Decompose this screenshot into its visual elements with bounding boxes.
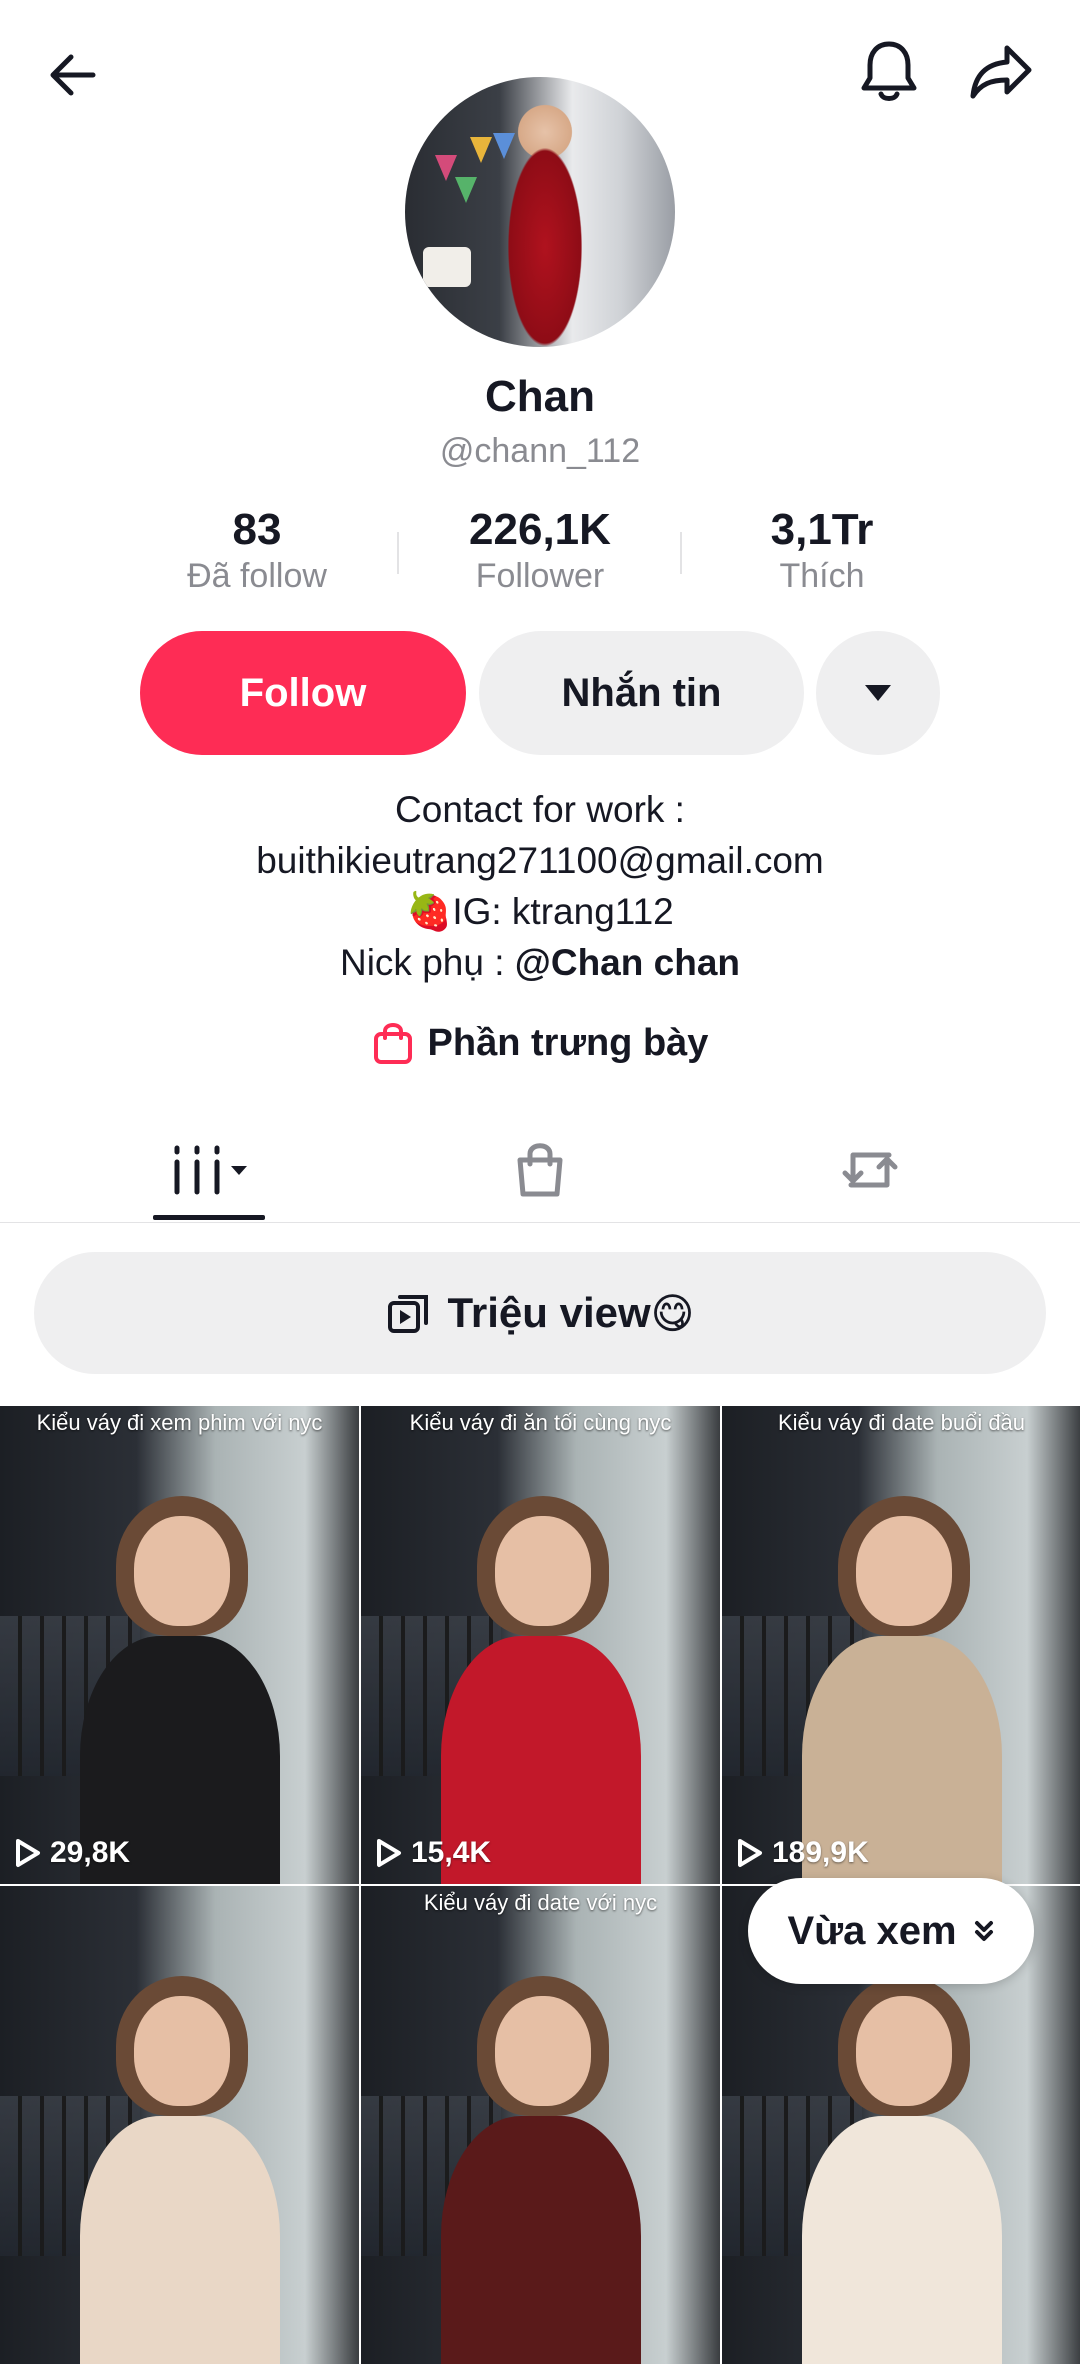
video-caption: Kiểu váy đi xem phim với nyc (36, 1410, 323, 1435)
profile-name: Chan (485, 372, 595, 421)
recently-viewed-button[interactable]: Vừa xem (748, 1878, 1034, 1984)
stat-label: Follower (475, 557, 605, 595)
bio: Contact for work : buithikieutrang271100… (0, 784, 1080, 988)
banner-flag (435, 155, 457, 181)
person-outfit (441, 2116, 641, 2364)
stat-value: 3,1Tr (770, 505, 874, 554)
video-caption: Kiểu váy đi ăn tối cùng nyc (409, 1410, 672, 1435)
caret-down-icon (865, 685, 891, 701)
strawberry-emoji: 🍓 (406, 891, 453, 932)
video-thumbnail[interactable]: Kiểu váy đi date với nyc (361, 1886, 720, 2364)
play-icon (738, 1839, 762, 1867)
playlist-label: Triệu view (447, 1289, 651, 1336)
stat-divider (397, 532, 399, 574)
tab-divider (0, 1222, 1080, 1223)
video-thumbnail[interactable]: Kiểu váy đi ăn tối cùng nyc 15,4K (361, 1406, 720, 1884)
view-count: 29,8K (14, 1836, 130, 1870)
banner-flag (470, 137, 492, 163)
video-thumbnail[interactable] (0, 1886, 359, 2364)
stat-value: 226,1K (469, 505, 611, 554)
bag-icon (517, 1143, 563, 1197)
stat-label: Thích (779, 557, 865, 595)
person-face (495, 1996, 591, 2106)
view-count: 15,4K (375, 1836, 491, 1870)
view-count-text: 189,9K (772, 1836, 869, 1869)
stat-following[interactable]: 83 Đã follow (137, 505, 377, 596)
person-face (134, 1516, 230, 1626)
person-outfit (802, 2116, 1002, 2364)
tab-shop[interactable] (484, 1125, 596, 1215)
share-button[interactable] (958, 28, 1044, 114)
back-button[interactable] (30, 32, 116, 118)
view-count-text: 15,4K (411, 1836, 492, 1869)
bio-line: buithikieutrang271100@gmail.com (256, 840, 824, 881)
bio-alt-prefix: Nick phụ : (339, 942, 515, 983)
stat-value: 83 (232, 505, 282, 554)
cake (423, 247, 471, 287)
video-caption: Kiểu váy đi date buổi đầu (777, 1410, 1026, 1435)
banner-flag (493, 133, 515, 159)
person-face (495, 1516, 591, 1626)
person-face (856, 1516, 952, 1626)
message-button[interactable]: Nhắn tin (479, 631, 804, 755)
bio-ig-text: IG: ktrang112 (452, 891, 674, 932)
video-thumbnail[interactable]: Kiểu váy đi xem phim với nyc 29,8K (0, 1406, 359, 1884)
repost-icon (842, 1152, 898, 1188)
stat-followers[interactable]: 226,1K Follower (420, 505, 660, 596)
stat-label: Đã follow (187, 557, 327, 595)
bell-icon (861, 41, 917, 101)
double-chevron-down-icon (974, 1921, 993, 1941)
bio-line: Nick phụ : @Chan chan (0, 937, 1080, 988)
view-count: 189,9K (736, 1836, 869, 1870)
bio-line: 🍓IG: ktrang112 (0, 886, 1080, 937)
person-face (856, 1996, 952, 2106)
shopping-bag-icon (373, 1023, 412, 1064)
stat-likes[interactable]: 3,1Tr Thích (702, 505, 942, 596)
avatar[interactable] (405, 77, 675, 347)
active-tab-indicator (153, 1215, 265, 1220)
showcase-label: Phần trưng bày (427, 1021, 709, 1064)
video-thumbnail[interactable]: Kiểu váy đi date buổi đầu 189,9K (722, 1406, 1080, 1884)
alt-account-mention[interactable]: @Chan chan (515, 942, 740, 983)
play-icon (16, 1839, 40, 1867)
notification-button[interactable] (846, 28, 932, 114)
playlist-icon (387, 1295, 428, 1333)
grid-columns-icon (174, 1145, 247, 1195)
playlist-emoji: 😋 (650, 1289, 695, 1337)
play-icon (377, 1839, 401, 1867)
stat-divider (680, 532, 682, 574)
person-outfit (80, 2116, 280, 2364)
tab-reposts[interactable] (814, 1125, 926, 1215)
playlist-button[interactable]: Triệu view 😋 (34, 1252, 1046, 1374)
recently-viewed-label: Vừa xem (787, 1908, 957, 1953)
profile-tabs (0, 1125, 1080, 1221)
share-arrow-icon (970, 45, 1032, 99)
tab-videos[interactable] (153, 1125, 265, 1215)
showcase-link[interactable]: Phần trưng bày (0, 1020, 1080, 1066)
video-caption: Kiểu váy đi date với nyc (423, 1890, 658, 1915)
arrow-left-icon (50, 54, 96, 96)
view-count-text: 29,8K (50, 1836, 131, 1869)
banner-flag (455, 177, 477, 203)
person-face (134, 1996, 230, 2106)
bio-line: Contact for work : (395, 789, 685, 830)
more-options-button[interactable] (816, 631, 940, 755)
profile-handle: @chann_112 (439, 432, 641, 470)
follow-button[interactable]: Follow (140, 631, 466, 755)
